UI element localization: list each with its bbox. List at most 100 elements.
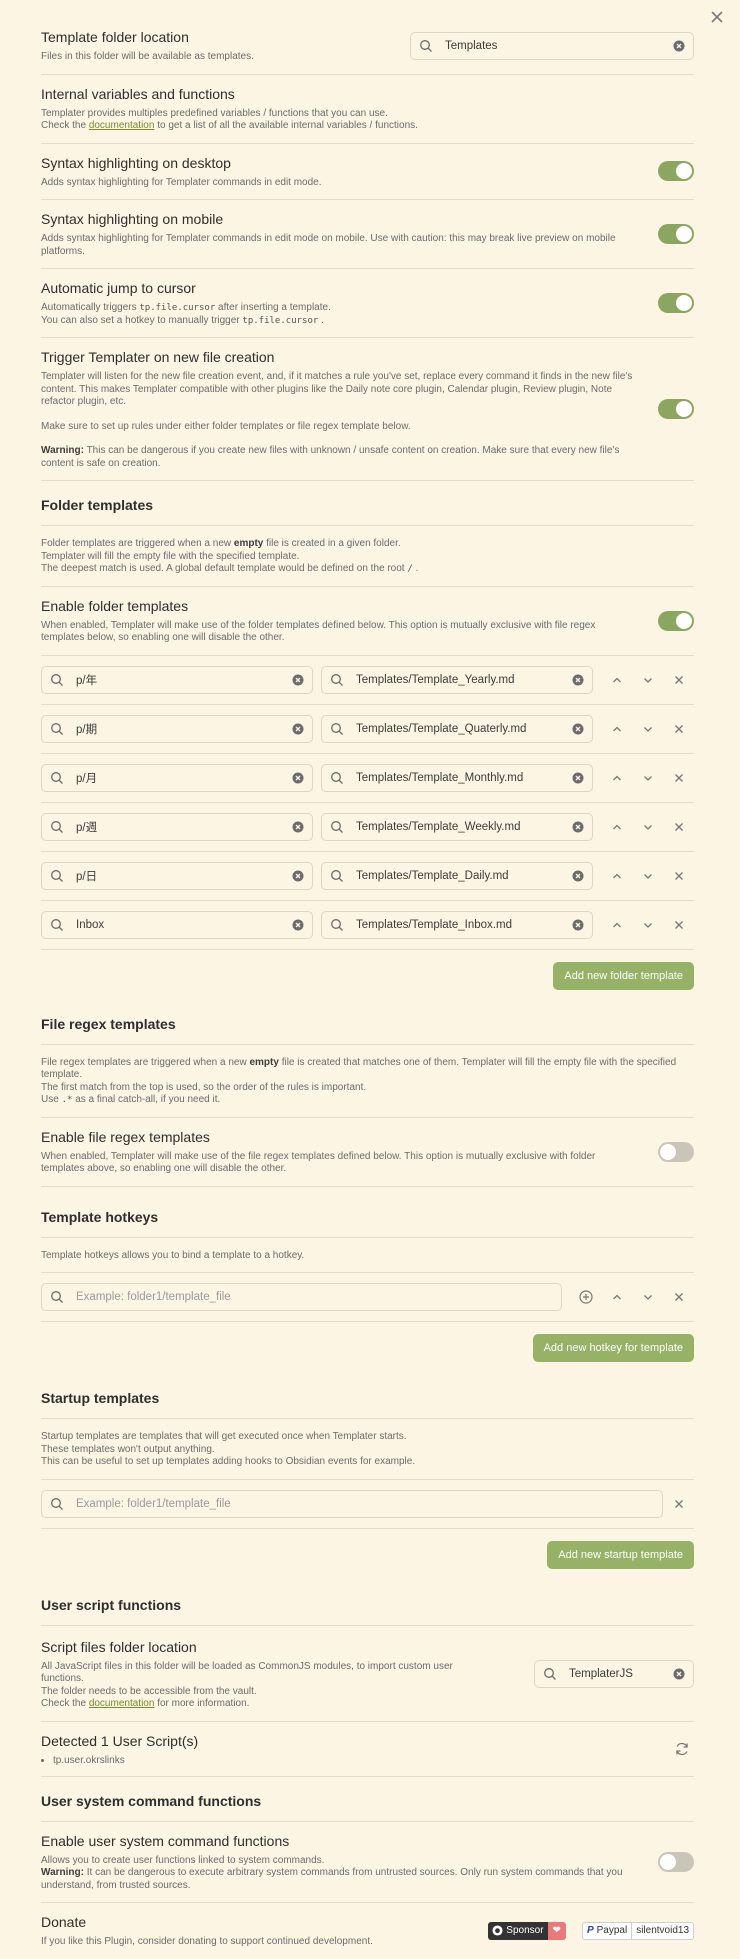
folder-input[interactable]: p/年 (41, 665, 313, 694)
documentation-link[interactable]: documentation (89, 120, 155, 131)
desc-line: You can also set a hotkey to manually tr… (41, 315, 640, 328)
search-icon (544, 1668, 556, 1680)
setting-desc: If you like this Plugin, consider donati… (41, 1936, 373, 1947)
search-icon (331, 869, 343, 882)
add-hotkey-button[interactable]: Add new hotkey for template (532, 1334, 694, 1362)
chevron-up-icon[interactable] (601, 768, 632, 788)
chevron-up-icon[interactable] (601, 915, 632, 935)
delete-icon[interactable] (663, 1494, 694, 1514)
syntax-mobile-toggle[interactable] (658, 224, 694, 244)
clear-icon[interactable] (572, 870, 584, 882)
clear-icon[interactable] (292, 674, 304, 686)
paypal-badge[interactable]: P Paypal silentvoid13 (581, 1921, 694, 1940)
chevron-down-icon[interactable] (632, 768, 663, 788)
hotkey-template-input[interactable]: Example: folder1/template_file (41, 1283, 562, 1311)
trigger-new-file-toggle[interactable] (658, 399, 694, 419)
folder-template-row: Inbox Templates/Template_Inbox.md (41, 901, 694, 950)
close-icon[interactable] (708, 8, 726, 26)
setting-desc: Adds syntax highlighting for Templater c… (41, 233, 616, 257)
desc-line: Folder templates are triggered when a ne… (41, 538, 694, 551)
refresh-icon[interactable] (674, 1741, 690, 1757)
hotkeys-desc: Template hotkeys allows you to bind a te… (41, 1238, 694, 1273)
auto-jump-toggle[interactable] (658, 293, 694, 313)
add-hotkey-icon[interactable] (570, 1287, 601, 1307)
clear-icon[interactable] (572, 821, 584, 833)
clear-icon[interactable] (673, 40, 685, 52)
chevron-down-icon[interactable] (632, 719, 663, 739)
enable-file-regex-setting: Enable file regex templates When enabled… (41, 1118, 694, 1187)
delete-icon[interactable] (663, 719, 694, 739)
template-input[interactable]: Templates/Template_Monthly.md (321, 763, 593, 792)
clear-icon[interactable] (292, 919, 304, 931)
clear-icon[interactable] (673, 1668, 685, 1680)
startup-template-input[interactable]: Example: folder1/template_file (41, 1489, 663, 1518)
chevron-up-icon[interactable] (601, 719, 632, 739)
setting-name: Script files folder location (41, 1638, 197, 1655)
setting-name: Enable folder templates (41, 597, 189, 614)
chevron-down-icon[interactable] (632, 817, 663, 837)
system-cmds-toggle[interactable] (658, 1851, 694, 1872)
template-input[interactable]: Templates/Template_Daily.md (321, 861, 593, 890)
delete-icon[interactable] (663, 1287, 694, 1307)
add-folder-template-button[interactable]: Add new folder template (553, 961, 694, 990)
chevron-up-icon[interactable] (601, 817, 632, 837)
setting-desc: Templater will listen for the new file c… (41, 371, 640, 470)
clear-icon[interactable] (292, 821, 304, 833)
search-icon (331, 771, 343, 784)
sponsor-badge[interactable]: Sponsor ❤ (488, 1921, 566, 1940)
clear-icon[interactable] (292, 870, 304, 882)
desc-line: Templater provides multiples predefined … (41, 107, 388, 119)
desc-line: Automatically triggers tp.file.cursor af… (41, 302, 640, 315)
documentation-link[interactable]: documentation (89, 1698, 155, 1709)
clear-icon[interactable] (292, 772, 304, 784)
folder-input[interactable]: p/期 (41, 714, 313, 743)
syntax-desktop-toggle[interactable] (658, 161, 694, 182)
delete-icon[interactable] (663, 866, 694, 886)
folder-templates-desc: Folder templates are triggered when a ne… (41, 526, 694, 587)
delete-icon[interactable] (663, 915, 694, 935)
folder-input[interactable]: p/週 (41, 812, 313, 841)
desc-line: These templates won't output anything. (41, 1443, 215, 1455)
clear-icon[interactable] (292, 723, 304, 735)
chevron-down-icon[interactable] (632, 670, 663, 690)
clear-icon[interactable] (572, 772, 584, 784)
desc-line: Use .* as a final catch-all, if you need… (41, 1094, 694, 1107)
delete-icon[interactable] (663, 670, 694, 690)
folder-input[interactable]: p/日 (41, 861, 313, 890)
delete-icon[interactable] (663, 817, 694, 837)
setting-name: Donate (41, 1914, 87, 1930)
template-input[interactable]: Templates/Template_Weekly.md (321, 812, 593, 841)
chevron-down-icon[interactable] (632, 1287, 663, 1307)
enable-file-regex-toggle[interactable] (658, 1141, 694, 1162)
desc-text: as a final catch-all, if you need it. (75, 1094, 221, 1105)
hotkeys-heading: Template hotkeys (41, 1187, 694, 1238)
file-regex-heading: File regex templates (41, 1002, 694, 1045)
script-list: tp.user.okrslinks (41, 1755, 656, 1766)
add-startup-button[interactable]: Add new startup template (547, 1540, 694, 1569)
desc-line: This can be useful to set up templates a… (41, 1456, 416, 1467)
clear-icon[interactable] (572, 723, 584, 735)
chevron-down-icon[interactable] (632, 915, 663, 935)
desc-text: Automatically triggers (41, 302, 137, 313)
template-folder-input[interactable]: Templates (410, 31, 694, 60)
enable-folder-templates-toggle[interactable] (658, 610, 694, 631)
enable-folder-templates-setting: Enable folder templates When enabled, Te… (41, 587, 694, 656)
clear-icon[interactable] (572, 674, 584, 686)
folder-input[interactable]: p/月 (41, 763, 313, 792)
template-input[interactable]: Templates/Template_Yearly.md (321, 665, 593, 694)
template-value: Templates/Template_Monthly.md (356, 771, 524, 784)
delete-icon[interactable] (663, 768, 694, 788)
setting-name: Internal variables and functions (41, 85, 235, 102)
folder-input[interactable]: Inbox (41, 910, 313, 939)
startup-placeholder: Example: folder1/template_file (76, 1497, 231, 1510)
donate-setting: Donate If you like this Plugin, consider… (41, 1903, 694, 1959)
search-icon (51, 771, 63, 784)
template-input[interactable]: Templates/Template_Quaterly.md (321, 714, 593, 743)
chevron-up-icon[interactable] (601, 1287, 632, 1307)
chevron-down-icon[interactable] (632, 866, 663, 886)
chevron-up-icon[interactable] (601, 866, 632, 886)
chevron-up-icon[interactable] (601, 670, 632, 690)
clear-icon[interactable] (572, 919, 584, 931)
template-input[interactable]: Templates/Template_Inbox.md (321, 910, 593, 939)
script-folder-input[interactable]: TemplaterJS (534, 1660, 694, 1688)
